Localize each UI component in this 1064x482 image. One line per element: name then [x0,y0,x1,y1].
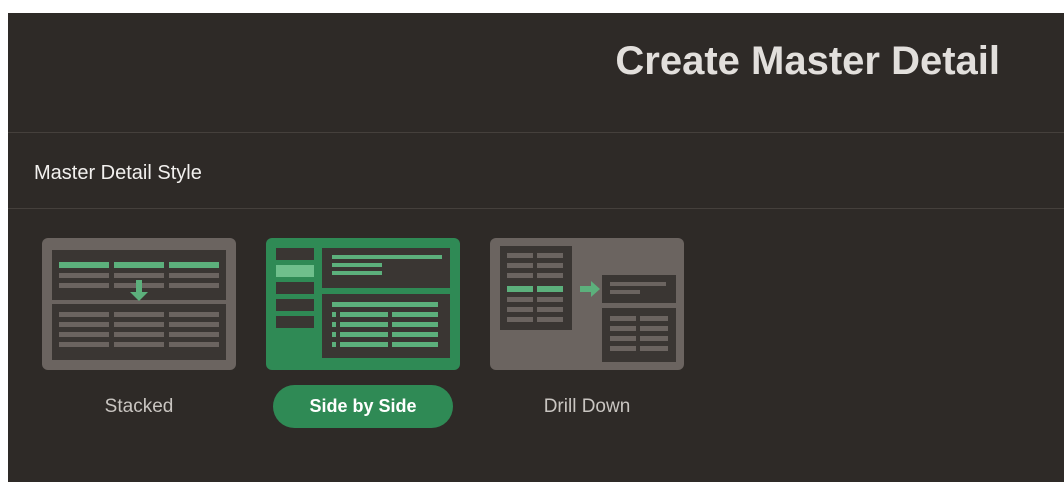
drill-down-layout-icon[interactable] [490,238,684,370]
create-master-detail-dialog: Create Master Detail Master Detail Style [8,13,1064,482]
stacked-layout-icon[interactable] [42,238,236,370]
style-option-stacked[interactable]: Stacked [42,238,236,438]
style-option-label-selected: Side by Side [273,385,453,428]
side-by-side-layout-icon[interactable] [266,238,460,370]
style-option-label: Drill Down [543,396,631,417]
section-title: Master Detail Style [34,162,202,184]
style-option-side-by-side[interactable]: Side by Side [266,238,460,438]
style-option-drill-down[interactable]: Drill Down [490,238,684,438]
header-divider [8,132,1064,133]
style-option-label: Stacked [104,396,174,417]
section-divider [8,208,1064,209]
dialog-title: Create Master Detail [615,39,1000,83]
